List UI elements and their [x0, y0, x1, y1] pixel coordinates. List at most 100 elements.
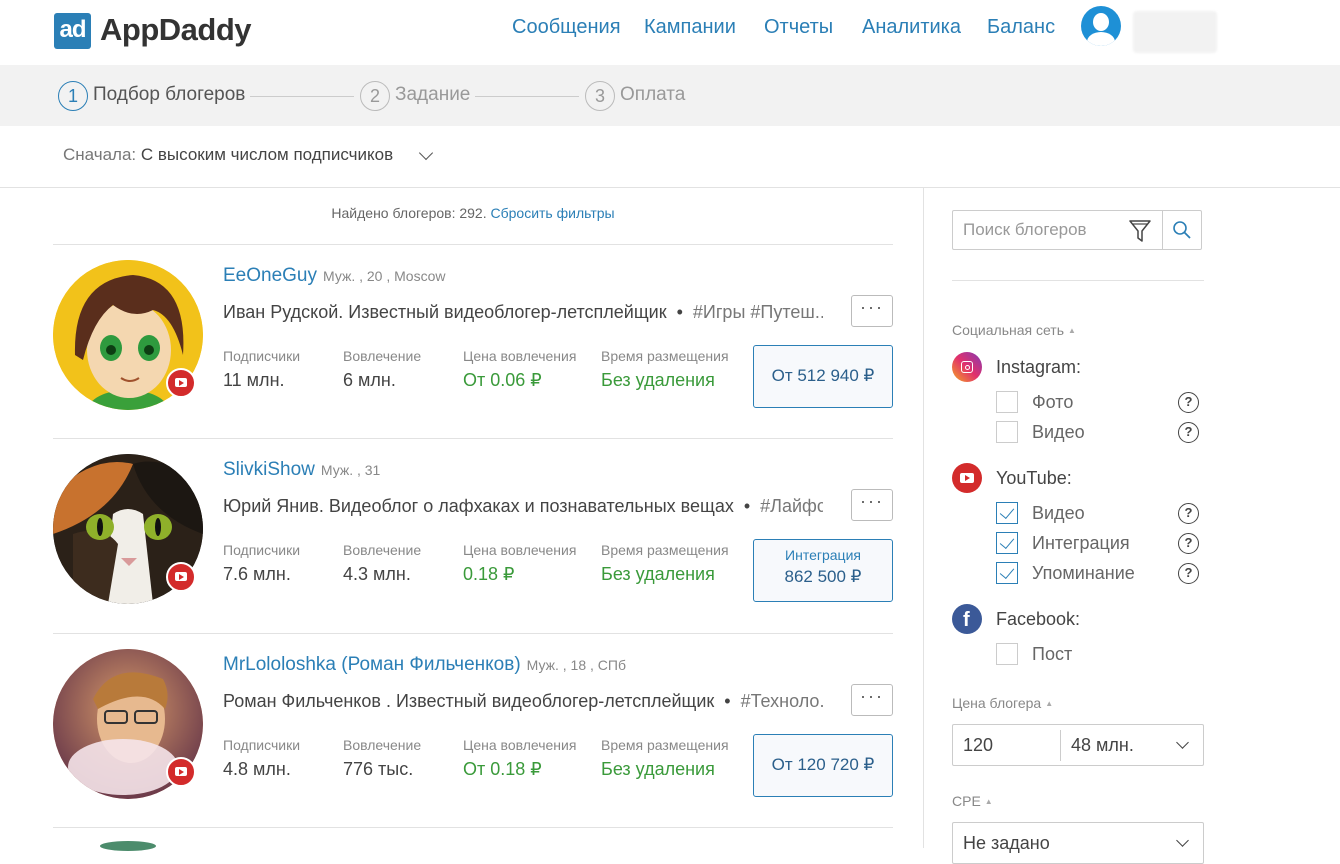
sort-up-icon: ▲: [1045, 699, 1054, 708]
social-network-title[interactable]: Социальная сеть ▲: [952, 322, 1076, 338]
engagement-value: 776 тыс.: [343, 759, 414, 779]
step-1-number: 1: [58, 81, 88, 111]
blogger-description: Иван Рудской. Известный видеоблогер-летс…: [223, 302, 823, 323]
blogger-name[interactable]: EeOneGuy Муж. , 20 , Moscow: [223, 265, 446, 287]
chevron-down-icon[interactable]: [1176, 736, 1189, 749]
help-icon[interactable]: ?: [1178, 503, 1199, 524]
wizard-steps: 1 Подбор блогеров 2 Задание 3 Оплата: [0, 65, 1340, 126]
divider: [53, 244, 893, 245]
more-options-button[interactable]: ···: [851, 295, 893, 327]
step-2-label[interactable]: Задание: [395, 84, 470, 106]
sort-value[interactable]: С высоким числом подписчиков: [141, 145, 393, 164]
cpe-filter-title[interactable]: CPE ▲: [952, 793, 993, 809]
price-button[interactable]: От 512 940 ₽: [753, 345, 893, 408]
instagram-video-checkbox[interactable]: [996, 421, 1018, 443]
blogger-meta: Муж. , 20 , Moscow: [323, 268, 446, 284]
step-connector: [250, 96, 354, 97]
checkbox-label[interactable]: Упоминание: [1032, 563, 1135, 584]
youtube-label: YouTube:: [996, 468, 1072, 488]
instagram-photo-checkbox[interactable]: [996, 391, 1018, 413]
facebook-post-checkbox[interactable]: [996, 643, 1018, 665]
help-icon[interactable]: ?: [1178, 563, 1199, 584]
blogger-name[interactable]: SlivkiShow Муж. , 31: [223, 459, 380, 481]
time-label: Время размещения: [601, 542, 729, 558]
price-button[interactable]: Интеграция 862 500 ₽: [753, 539, 893, 602]
nav-campaigns[interactable]: Кампании: [644, 16, 736, 39]
checkbox-label[interactable]: Видео: [1032, 503, 1085, 524]
chevron-down-icon[interactable]: [1176, 834, 1189, 847]
price-button[interactable]: От 120 720 ₽: [753, 734, 893, 797]
price-value: От 120 720 ₽: [771, 755, 875, 774]
checkbox-label[interactable]: Интеграция: [1032, 533, 1130, 554]
cpe-label: Цена вовлечения: [463, 348, 577, 364]
youtube-icon: [166, 562, 196, 592]
divider: [1162, 211, 1163, 249]
nav-balance[interactable]: Баланс: [987, 16, 1055, 39]
search-input[interactable]: [953, 211, 1123, 249]
cpe-select[interactable]: Не задано: [952, 822, 1204, 864]
price-to-select[interactable]: 48 млн.: [1071, 735, 1134, 756]
facebook-icon: f: [952, 604, 982, 634]
blogger-name-text[interactable]: EeOneGuy: [223, 265, 317, 286]
help-icon[interactable]: ?: [1178, 533, 1199, 554]
blogger-name-text[interactable]: MrLololoshka (Роман Фильченков): [223, 654, 521, 675]
youtube-icon: [166, 757, 196, 787]
sort-dropdown[interactable]: Сначала: С высоким числом подписчиков: [63, 145, 393, 165]
chevron-down-icon[interactable]: [418, 145, 434, 161]
price-filter-label: Цена блогера: [952, 695, 1042, 711]
cpe-value: От 0.06 ₽: [463, 370, 542, 390]
engagement-label: Вовлечение: [343, 348, 422, 364]
step-connector: [475, 96, 579, 97]
time-value: Без удаления: [601, 370, 715, 390]
divider: [0, 187, 1340, 188]
user-avatar-icon[interactable]: [1081, 6, 1121, 46]
found-text: Найдено блогеров: 292.: [331, 205, 487, 221]
checkbox-label[interactable]: Видео: [1032, 422, 1085, 443]
description-text: Юрий Янив. Видеоблог о лафхаках и познав…: [223, 496, 734, 516]
time-value: Без удаления: [601, 564, 715, 584]
time-label: Время размещения: [601, 348, 729, 364]
divider: [53, 438, 893, 439]
price-from-input[interactable]: 120: [963, 735, 993, 756]
logo-mark[interactable]: ad: [54, 13, 91, 49]
logo-text[interactable]: AppDaddy: [100, 12, 252, 48]
sort-up-icon: ▲: [984, 797, 993, 806]
instagram-icon: [952, 352, 982, 382]
time-label: Время размещения: [601, 737, 729, 753]
nav-reports[interactable]: Отчеты: [764, 16, 833, 39]
youtube-icon: [166, 368, 196, 398]
sort-up-icon: ▲: [1068, 326, 1076, 335]
engagement-label: Вовлечение: [343, 737, 422, 753]
blogger-name-text[interactable]: SlivkiShow: [223, 459, 315, 480]
step-1-label[interactable]: Подбор блогеров: [93, 84, 245, 106]
more-options-button[interactable]: ···: [851, 684, 893, 716]
subscribers-label: Подписчики: [223, 348, 301, 364]
step-2-number: 2: [360, 81, 390, 111]
more-options-button[interactable]: ···: [851, 489, 893, 521]
divider: [53, 827, 893, 828]
filter-icon[interactable]: [1129, 219, 1151, 243]
checkbox-label[interactable]: Фото: [1032, 392, 1073, 413]
blogger-name[interactable]: MrLololoshka (Роман Фильченков) Муж. , 18…: [223, 654, 626, 676]
nav-analytics[interactable]: Аналитика: [862, 16, 961, 39]
reset-filters-link[interactable]: Сбросить фильтры: [491, 205, 615, 221]
help-icon[interactable]: ?: [1178, 392, 1199, 413]
search-icon[interactable]: [1172, 220, 1192, 240]
youtube-integration-checkbox[interactable]: [996, 532, 1018, 554]
nav-messages[interactable]: Сообщения: [512, 16, 621, 39]
help-icon[interactable]: ?: [1178, 422, 1199, 443]
blogger-tags: #Игры #Путеш...: [692, 302, 823, 322]
youtube-mention-checkbox[interactable]: [996, 562, 1018, 584]
description-text: Роман Фильченков . Известный видеоблогер…: [223, 691, 715, 711]
divider: [1060, 730, 1061, 761]
sort-label: Сначала:: [63, 145, 137, 164]
step-3-label[interactable]: Оплата: [620, 84, 685, 106]
price-filter-title[interactable]: Цена блогера ▲: [952, 695, 1053, 711]
checkbox-label[interactable]: Пост: [1032, 644, 1072, 665]
divider: [53, 633, 893, 634]
youtube-video-checkbox[interactable]: [996, 502, 1018, 524]
blogger-description: Роман Фильченков . Известный видеоблогер…: [223, 691, 823, 712]
search-box: [952, 210, 1202, 250]
blogger-avatar[interactable]: [100, 841, 156, 851]
user-name-blurred[interactable]: [1133, 11, 1217, 53]
